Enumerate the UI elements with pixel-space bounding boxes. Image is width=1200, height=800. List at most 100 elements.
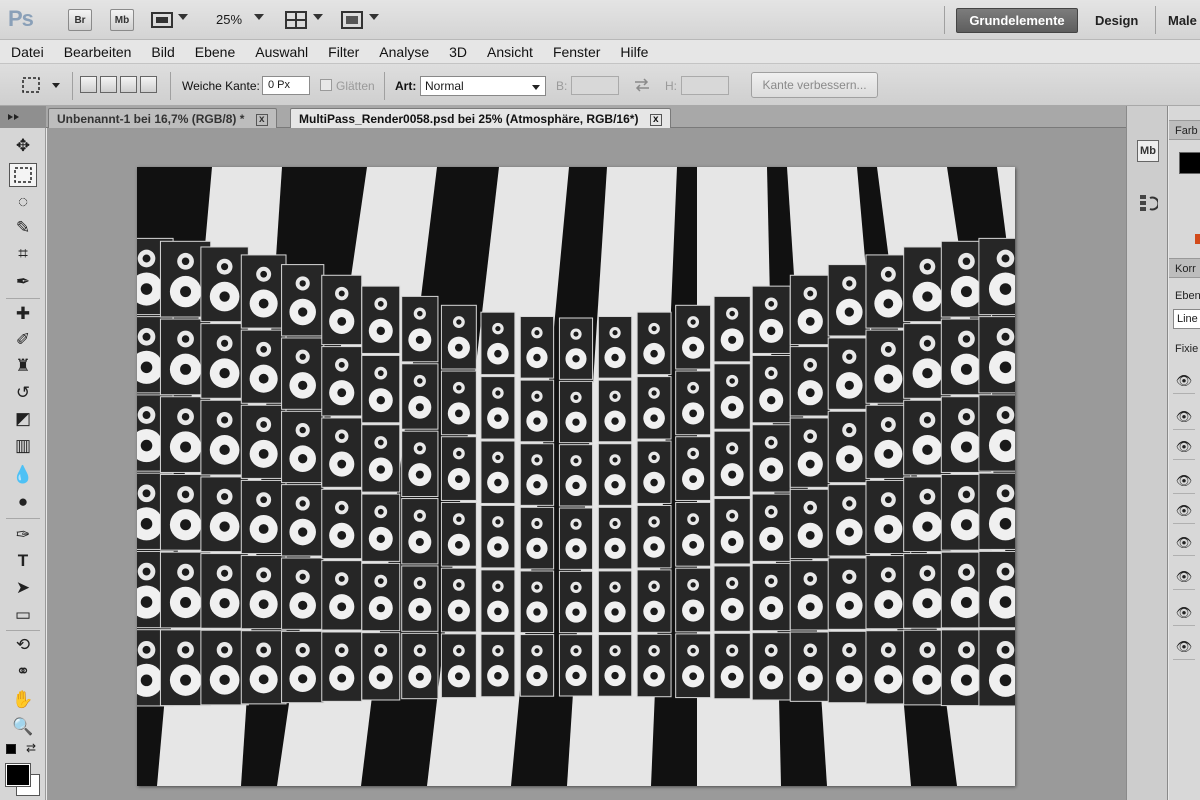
speaker-cabinet: [440, 436, 477, 501]
swap-dimensions-button[interactable]: [632, 76, 652, 94]
marquee-tool[interactable]: [9, 163, 37, 187]
launch-bridge-button[interactable]: Br: [68, 9, 92, 31]
type-icon: T: [17, 551, 29, 570]
speaker-cabinet: [675, 501, 712, 567]
gradient-tool[interactable]: ▥: [9, 434, 37, 458]
speaker-cabinet: [281, 410, 325, 484]
speaker-cabinet: [597, 443, 633, 506]
subtract-selection-button[interactable]: [120, 76, 137, 93]
foreground-color-swatch[interactable]: [5, 763, 31, 787]
pen-tool[interactable]: ✑: [9, 523, 37, 547]
move-tool[interactable]: ✥: [9, 134, 37, 158]
divider: [72, 72, 73, 100]
tab-layers[interactable]: Ebene: [1175, 290, 1200, 302]
menu-window[interactable]: Fenster: [542, 40, 609, 63]
mini-bridge-panel-button[interactable]: Mb: [1137, 140, 1159, 162]
layer-visibility-eye-icon[interactable]: 👁: [1173, 434, 1195, 460]
chevron-down-icon[interactable]: [313, 14, 323, 20]
magnifier-icon: 🔍: [12, 717, 34, 736]
default-colors-icon[interactable]: [6, 744, 16, 754]
tab-color[interactable]: Farb: [1175, 125, 1198, 137]
intersect-selection-button[interactable]: [140, 76, 157, 93]
zoom-level[interactable]: 25%: [216, 12, 242, 27]
add-selection-button[interactable]: [100, 76, 117, 93]
divider: [6, 518, 40, 519]
dodge-tool[interactable]: ●: [9, 490, 37, 514]
arrange-documents-button[interactable]: [284, 9, 308, 31]
close-icon[interactable]: x: [649, 114, 662, 126]
film-strip-icon: [151, 12, 173, 28]
workspace-design-button[interactable]: Design: [1095, 13, 1138, 28]
speaker-cabinet: [519, 316, 555, 379]
menu-image[interactable]: Bild: [140, 40, 183, 63]
menu-analysis[interactable]: Analyse: [368, 40, 438, 63]
tab-untitled-1[interactable]: Unbenannt-1 bei 16,7% (RGB/8) * x: [48, 108, 277, 128]
style-select[interactable]: Normal: [420, 76, 546, 96]
menu-edit[interactable]: Bearbeiten: [53, 40, 141, 63]
chevron-down-icon[interactable]: [254, 14, 264, 20]
menu-select[interactable]: Auswahl: [244, 40, 317, 63]
3d-orbit-tool[interactable]: ⚭: [9, 660, 37, 684]
layer-visibility-eye-icon[interactable]: 👁: [1173, 600, 1195, 626]
type-tool[interactable]: T: [9, 549, 37, 573]
menu-layer[interactable]: Ebene: [184, 40, 244, 63]
feather-input[interactable]: 0 Px: [262, 76, 310, 95]
workspace-essentials-button[interactable]: Grundelemente: [956, 8, 1078, 33]
healing-brush-tool[interactable]: ✚: [9, 302, 37, 326]
layer-visibility-eye-icon[interactable]: 👁: [1173, 404, 1195, 430]
layer-visibility-eye-icon[interactable]: 👁: [1173, 634, 1195, 660]
divider: [1155, 6, 1156, 34]
lasso-tool[interactable]: ◌: [9, 190, 37, 214]
tab-corrections[interactable]: Korr: [1175, 263, 1196, 275]
document-canvas[interactable]: [137, 167, 1015, 786]
speaker-cabinet: [558, 634, 594, 697]
layer-visibility-eye-icon[interactable]: 👁: [1173, 468, 1195, 494]
history-brush-tool[interactable]: ↺: [9, 381, 37, 405]
menu-view[interactable]: Ansicht: [476, 40, 542, 63]
history-panel-button[interactable]: [1137, 192, 1159, 214]
new-selection-button[interactable]: [80, 76, 97, 93]
speaker-cabinet: [827, 557, 871, 630]
zoom-tool[interactable]: 🔍: [9, 715, 37, 739]
rectangle-tool[interactable]: ▭: [9, 603, 37, 627]
screen-mode-button[interactable]: [340, 9, 364, 31]
toolbox-grip[interactable]: [0, 106, 46, 128]
blend-mode-select[interactable]: Line: [1173, 309, 1200, 329]
chevron-down-icon[interactable]: [369, 14, 379, 20]
menu-3d[interactable]: 3D: [438, 40, 476, 63]
layer-visibility-eye-icon[interactable]: 👁: [1173, 498, 1195, 524]
quick-selection-tool[interactable]: ✎: [9, 216, 37, 240]
view-extras-button[interactable]: [150, 9, 174, 31]
eraser-tool[interactable]: ◩: [9, 407, 37, 431]
menu-file[interactable]: Datei: [0, 40, 53, 63]
path-selection-tool[interactable]: ➤: [9, 576, 37, 600]
crop-tool[interactable]: ⌗: [9, 242, 37, 266]
hand-tool[interactable]: ✋: [9, 688, 37, 712]
width-input[interactable]: [571, 76, 619, 95]
layer-visibility-eye-icon[interactable]: 👁: [1173, 368, 1195, 394]
menu-filter[interactable]: Filter: [317, 40, 368, 63]
launch-mini-bridge-button[interactable]: Mb: [110, 9, 134, 31]
tool-preset-picker[interactable]: [18, 74, 64, 96]
speaker-cabinet: [558, 507, 594, 570]
eyedropper-tool[interactable]: ✒: [9, 270, 37, 294]
panel-foreground-color[interactable]: [1179, 152, 1200, 174]
refine-edge-button[interactable]: Kante verbessern...: [751, 72, 878, 98]
clone-stamp-tool[interactable]: ♜: [9, 354, 37, 378]
swap-colors-icon[interactable]: ⇄: [26, 741, 36, 755]
chevron-down-icon[interactable]: [178, 14, 188, 20]
workspace-painting-button[interactable]: Male: [1168, 13, 1197, 28]
tab-multipass-render[interactable]: MultiPass_Render0058.psd bei 25% (Atmosp…: [290, 108, 671, 128]
layer-visibility-eye-icon[interactable]: 👁: [1173, 530, 1195, 556]
layer-visibility-eye-icon[interactable]: 👁: [1173, 564, 1195, 590]
menu-help[interactable]: Hilfe: [609, 40, 657, 63]
blur-tool[interactable]: 💧: [9, 463, 37, 487]
close-icon[interactable]: x: [255, 114, 268, 126]
height-input[interactable]: [681, 76, 729, 95]
speaker-cabinet: [978, 550, 1015, 629]
brush-tool[interactable]: ✐: [9, 328, 37, 352]
anti-alias-checkbox[interactable]: [320, 79, 332, 91]
speaker-cabinet: [281, 337, 325, 410]
3d-rotate-tool[interactable]: ⟲: [9, 633, 37, 657]
speaker-cabinet: [827, 410, 871, 484]
